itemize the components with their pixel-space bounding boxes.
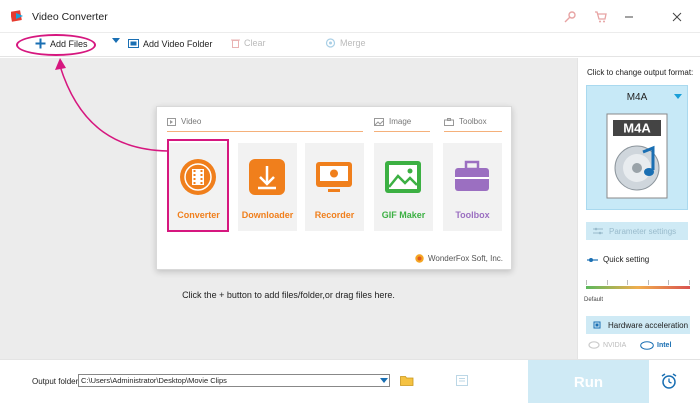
toolbox-category-icon	[444, 117, 454, 126]
add-video-folder-button[interactable]: Add Video Folder	[128, 38, 212, 49]
open-folder-icon[interactable]	[400, 375, 414, 386]
output-folder-dropdown[interactable]	[378, 375, 390, 386]
hardware-acceleration-button[interactable]: Hardware acceleration	[586, 316, 690, 334]
chevron-down-icon	[674, 94, 682, 99]
trash-icon	[231, 39, 240, 48]
app-logo-icon	[11, 10, 23, 22]
home-panel: Video Image Toolbox Converter Downloader…	[156, 106, 512, 270]
m4a-badge-text: M4A	[623, 121, 651, 136]
brand-label: WonderFox Soft, Inc.	[428, 254, 503, 263]
alarm-clock-icon[interactable]	[660, 372, 678, 390]
tile-recorder[interactable]: Recorder	[305, 143, 364, 231]
tile-toolbox[interactable]: Toolbox	[443, 143, 502, 231]
tile-downloader[interactable]: Downloader	[238, 143, 297, 231]
toolbox-divider	[444, 131, 502, 132]
cart-icon[interactable]	[591, 8, 609, 26]
downloader-icon	[249, 159, 285, 195]
chevron-down-icon	[380, 378, 388, 383]
recorder-icon	[316, 162, 352, 192]
key-icon[interactable]	[561, 8, 579, 26]
add-files-highlight	[16, 34, 96, 56]
title-bar: Video Converter	[0, 0, 700, 33]
wonderfox-logo-icon	[415, 254, 424, 263]
sliders-icon	[593, 227, 603, 235]
video-category-icon	[167, 117, 176, 126]
video-divider	[167, 131, 363, 132]
chevron-down-icon	[112, 38, 120, 43]
file-drop-area[interactable]: Video Image Toolbox Converter Downloader…	[0, 58, 577, 359]
bottom-bar: Output folder: Run	[0, 359, 700, 403]
folder-video-icon	[128, 39, 139, 48]
tile-gif-maker-label: GIF Maker	[381, 210, 426, 220]
slider-toggle-icon	[587, 257, 598, 262]
output-folder-input[interactable]	[78, 374, 390, 387]
merge-icon	[325, 38, 336, 48]
output-settings-panel: Click to change output format: M4A M4A P…	[577, 58, 700, 359]
tile-recorder-label: Recorder	[314, 210, 355, 220]
output-format-selector[interactable]: M4A M4A	[586, 85, 688, 210]
toolbar: Add Files Add Video Folder Clear Merge	[0, 33, 700, 57]
parameter-settings-button[interactable]: Parameter settings	[586, 222, 688, 240]
image-category-icon	[374, 117, 384, 126]
category-toolbox: Toolbox	[444, 117, 487, 126]
intel-chip: Intel	[640, 338, 671, 352]
category-video: Video	[167, 117, 201, 126]
minimize-icon[interactable]	[620, 8, 638, 26]
tile-gif-maker[interactable]: GIF Maker	[374, 143, 433, 231]
quick-setting: Quick setting	[587, 255, 649, 264]
drop-hint: Click the + button to add files/folder,o…	[182, 290, 395, 300]
chip-icon	[593, 321, 601, 329]
brand: WonderFox Soft, Inc.	[415, 254, 503, 263]
quality-slider[interactable]	[586, 286, 690, 289]
clear-button[interactable]: Clear	[231, 38, 266, 48]
image-divider	[374, 131, 430, 132]
category-image: Image	[374, 117, 411, 126]
merge-button[interactable]: Merge	[325, 38, 366, 48]
quality-slider-label: Default	[584, 297, 604, 303]
m4a-format-icon: M4A	[606, 113, 668, 199]
add-video-folder-label: Add Video Folder	[143, 38, 213, 49]
add-files-dropdown[interactable]	[112, 38, 120, 44]
close-icon[interactable]	[668, 8, 686, 26]
app-title: Video Converter	[32, 11, 108, 23]
output-list-icon[interactable]	[456, 375, 468, 386]
gif-maker-icon	[385, 161, 421, 193]
nvidia-logo-icon	[588, 341, 600, 349]
quick-setting-label: Quick setting	[603, 255, 650, 264]
output-format-title: Click to change output format:	[587, 68, 694, 77]
output-format-name: M4A	[626, 92, 648, 103]
toolbox-icon	[455, 160, 489, 191]
merge-label: Merge	[340, 38, 366, 48]
intel-logo-icon	[640, 340, 654, 350]
tile-toolbox-label: Toolbox	[455, 210, 490, 220]
nvidia-chip: NVIDIA	[588, 338, 626, 352]
quality-slider-ticks	[586, 280, 690, 285]
converter-highlight	[167, 139, 229, 232]
run-button[interactable]: Run	[528, 360, 649, 403]
output-folder-label: Output folder:	[32, 377, 81, 386]
clear-label: Clear	[244, 38, 266, 48]
